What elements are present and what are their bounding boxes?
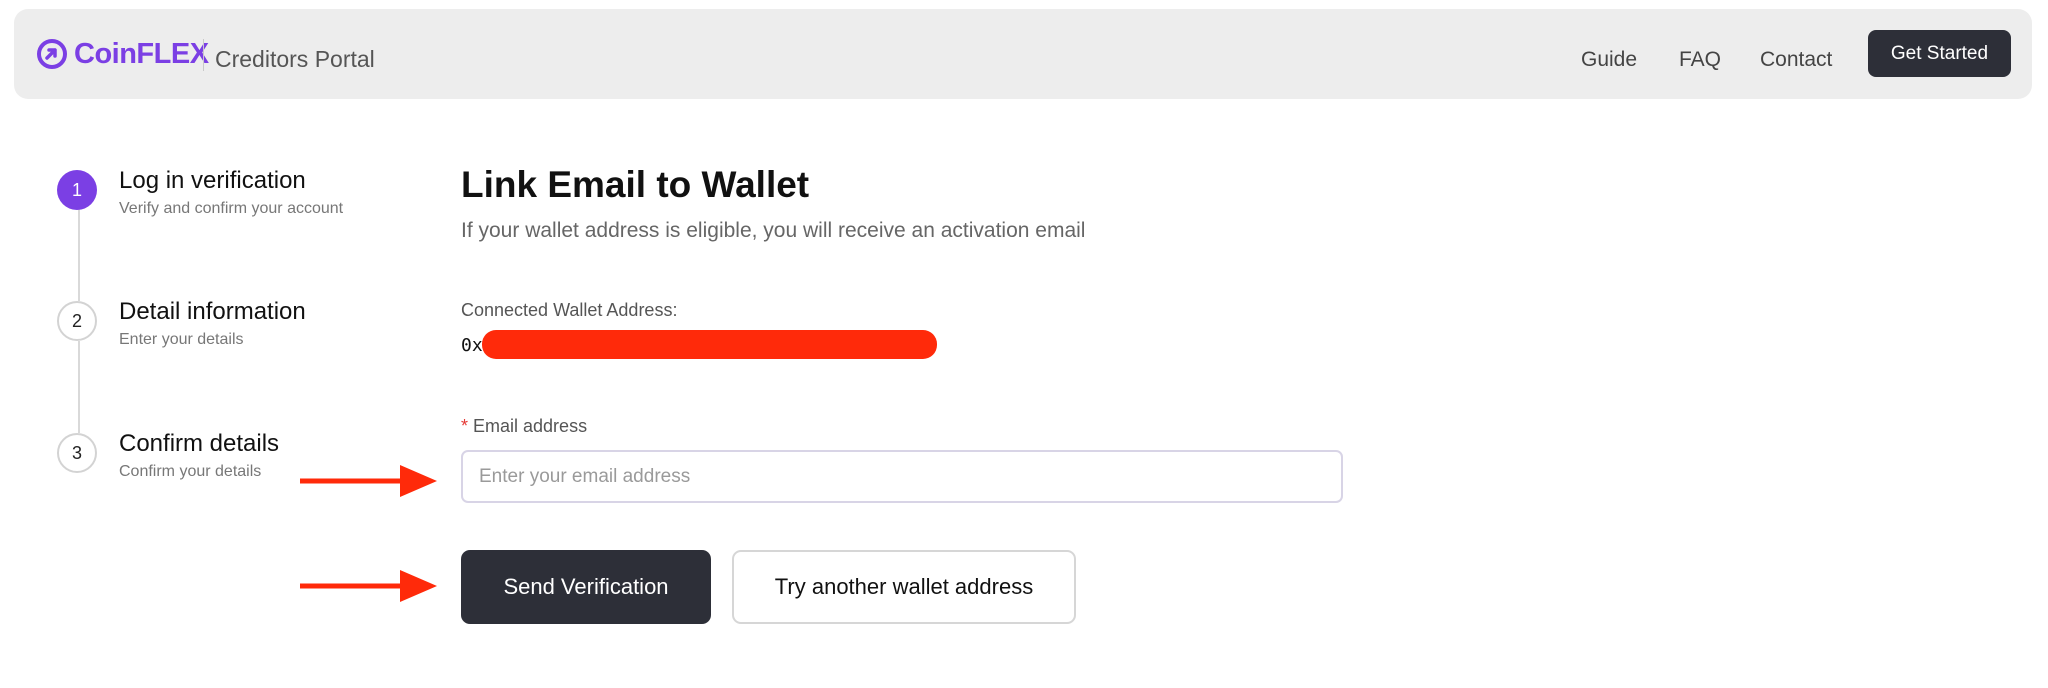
try-another-wallet-button[interactable]: Try another wallet address [732, 550, 1076, 624]
get-started-button[interactable]: Get Started [1868, 30, 2011, 77]
email-label-text: Email address [473, 416, 588, 436]
step-1-indicator: 1 [57, 170, 97, 210]
step-1-subtitle: Verify and confirm your account [119, 200, 344, 217]
nav-faq-link[interactable]: FAQ [1679, 49, 1721, 70]
step-2-subtitle: Enter your details [119, 331, 244, 348]
annotation-arrow-icon [300, 465, 437, 497]
step-3-indicator: 3 [57, 433, 97, 473]
wallet-address-value: 0x [461, 335, 483, 356]
coinflex-logo[interactable]: CoinFLEX [36, 36, 209, 72]
email-input[interactable] [461, 450, 1343, 503]
portal-title: Creditors Portal [215, 46, 375, 72]
page-subtitle: If your wallet address is eligible, you … [461, 219, 1086, 242]
step-connector [78, 341, 80, 433]
page-title: Link Email to Wallet [461, 164, 810, 205]
annotation-arrow-icon [300, 570, 437, 602]
step-1-title: Log in verification [119, 167, 306, 194]
send-verification-button[interactable]: Send Verification [461, 550, 711, 624]
logo-divider [203, 39, 204, 71]
step-connector [78, 209, 80, 301]
step-3-subtitle: Confirm your details [119, 463, 262, 480]
required-mark: * [461, 416, 469, 436]
step-3-title: Confirm details [119, 430, 280, 457]
redaction-overlay [482, 330, 937, 359]
top-navbar: CoinFLEX Creditors Portal Guide FAQ Cont… [14, 9, 2032, 99]
coinflex-logo-icon [37, 39, 67, 69]
step-2-indicator: 2 [57, 301, 97, 341]
wallet-address-label: Connected Wallet Address: [461, 300, 678, 320]
nav-guide-link[interactable]: Guide [1581, 49, 1637, 70]
logo-text: CoinFLEX [74, 37, 209, 70]
email-label: * Email address [461, 417, 587, 435]
step-2-title: Detail information [119, 298, 306, 325]
nav-contact-link[interactable]: Contact [1760, 49, 1832, 70]
